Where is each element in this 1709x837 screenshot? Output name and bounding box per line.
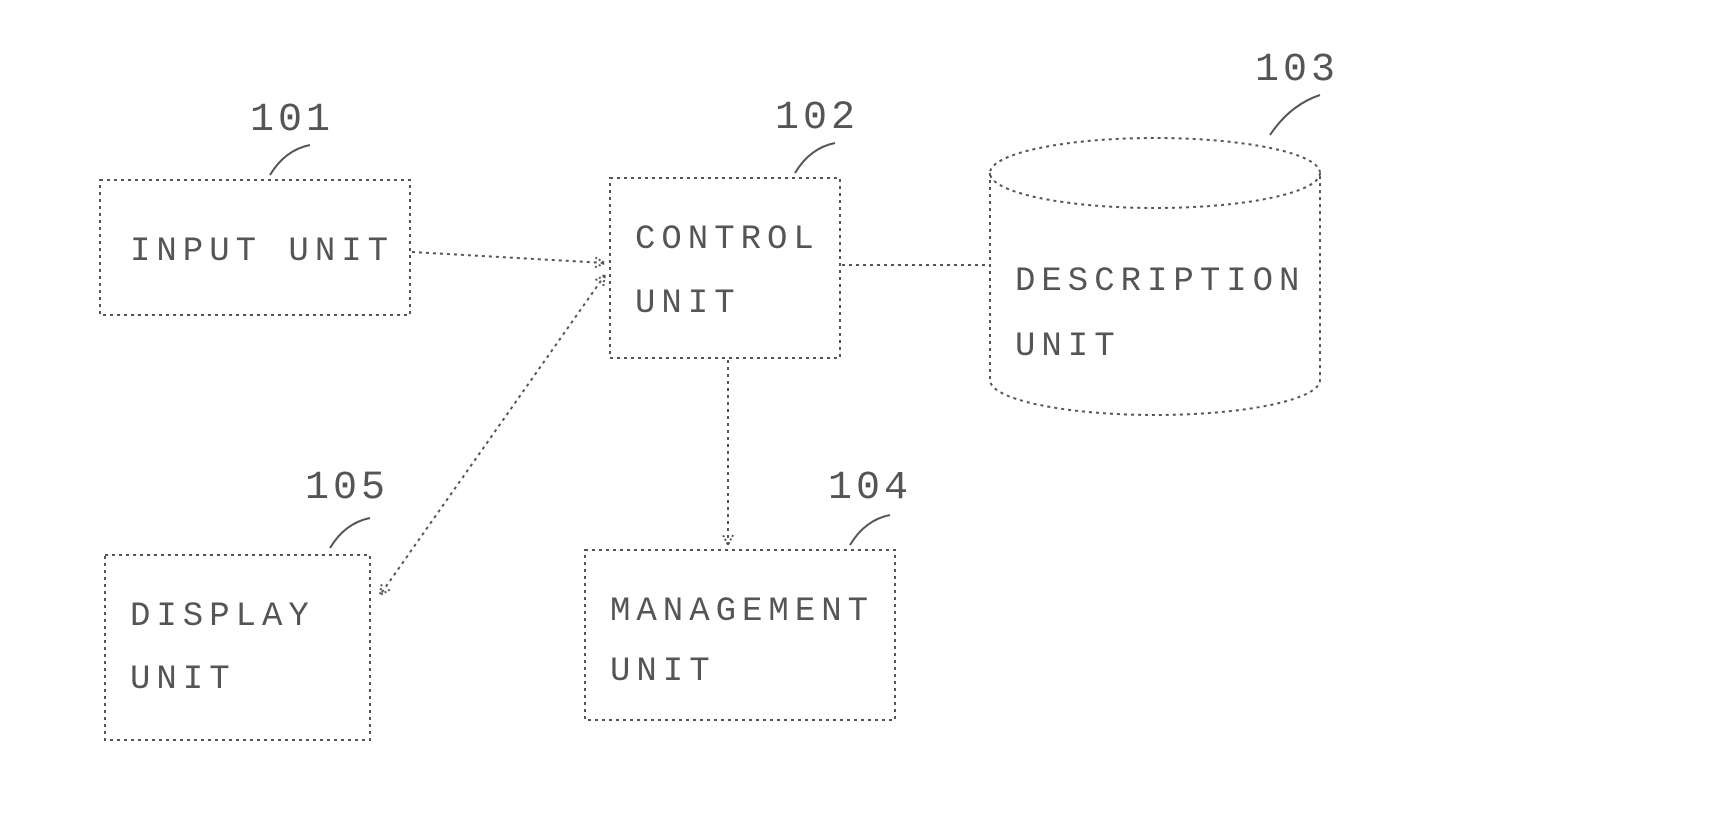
input-unit-block: INPUT UNIT 101 [100,98,410,315]
input-unit-ref: 101 [250,98,334,143]
control-unit-label-1: CONTROL [635,221,820,259]
edge-input-to-control [412,252,605,263]
control-unit-ref: 102 [775,96,859,141]
display-unit-ref: 105 [305,466,389,511]
control-unit-label-2: UNIT [635,285,741,323]
description-unit-block: DESCRIPTION UNIT 103 [990,48,1339,415]
control-unit-block: CONTROL UNIT 102 [610,96,859,358]
management-unit-label-2: UNIT [610,653,716,691]
display-unit-block: DISPLAY UNIT 105 [105,466,389,740]
input-unit-label: INPUT UNIT [130,233,394,271]
management-unit-block: MANAGEMENT UNIT 104 [585,466,912,720]
edge-control-display [380,275,605,595]
display-unit-label-2: UNIT [130,661,236,699]
management-unit-label-1: MANAGEMENT [610,593,874,631]
description-unit-ref: 103 [1255,48,1339,93]
description-unit-label-2: UNIT [1015,328,1121,366]
management-unit-ref: 104 [828,466,912,511]
display-unit-label-1: DISPLAY [130,598,315,636]
description-unit-label-1: DESCRIPTION [1015,263,1305,301]
block-diagram: INPUT UNIT 101 CONTROL UNIT 102 DESCRIPT… [0,0,1709,837]
